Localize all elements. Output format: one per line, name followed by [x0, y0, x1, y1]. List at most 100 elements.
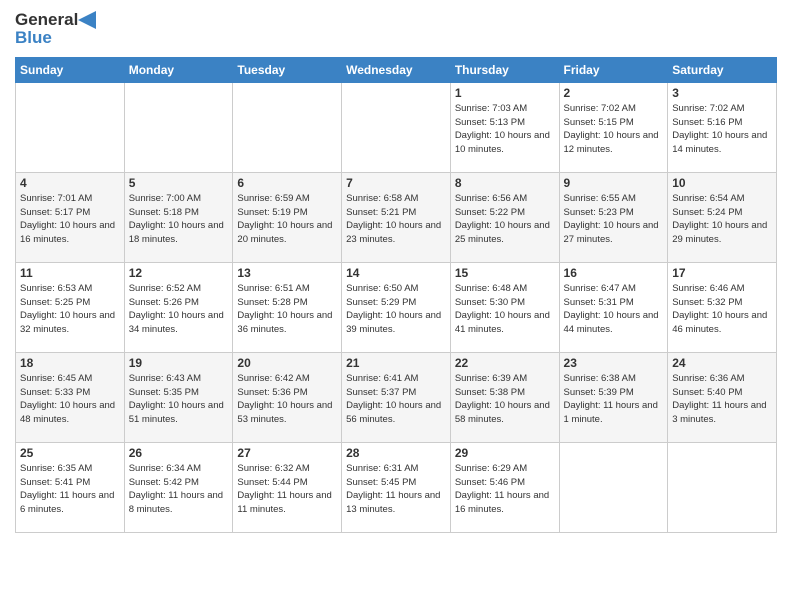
day-info: Sunrise: 6:36 AM Sunset: 5:40 PM Dayligh…: [672, 372, 772, 427]
day-info: Sunrise: 6:43 AM Sunset: 5:35 PM Dayligh…: [129, 372, 229, 427]
day-number: 21: [346, 356, 446, 370]
calendar-cell: 14 Sunrise: 6:50 AM Sunset: 5:29 PM Dayli…: [342, 262, 451, 352]
weekday-header-tuesday: Tuesday: [233, 57, 342, 82]
day-info: Sunrise: 6:42 AM Sunset: 5:36 PM Dayligh…: [237, 372, 337, 427]
header: General Blue: [15, 10, 777, 49]
day-number: 22: [455, 356, 555, 370]
day-info: Sunrise: 6:31 AM Sunset: 5:45 PM Dayligh…: [346, 462, 446, 517]
logo-blue: Blue: [15, 28, 52, 48]
day-number: 10: [672, 176, 772, 190]
calendar-cell: 16Sunrise: 6:47 AM Sunset: 5:31 PM Dayli…: [559, 262, 668, 352]
day-number: 2: [564, 86, 664, 100]
day-info: Sunrise: 6:38 AM Sunset: 5:39 PM Dayligh…: [564, 372, 664, 427]
day-info: Sunrise: 6:50 AM Sunset: 5:29 PM Dayligh…: [346, 282, 446, 337]
day-info: Sunrise: 6:32 AM Sunset: 5:44 PM Dayligh…: [237, 462, 337, 517]
day-number: 14: [346, 266, 446, 280]
calendar-cell: 1Sunrise: 7:03 AM Sunset: 5:13 PM Daylig…: [450, 82, 559, 172]
calendar-cell: 6 Sunrise: 6:59 AM Sunset: 5:19 PM Daylig…: [233, 172, 342, 262]
calendar-cell: [342, 82, 451, 172]
day-number: 9: [564, 176, 664, 190]
day-info: Sunrise: 6:34 AM Sunset: 5:42 PM Dayligh…: [129, 462, 229, 517]
calendar-cell: 9 Sunrise: 6:55 AM Sunset: 5:23 PM Daylig…: [559, 172, 668, 262]
calendar-cell: 18Sunrise: 6:45 AM Sunset: 5:33 PM Dayli…: [16, 352, 125, 442]
day-number: 12: [129, 266, 229, 280]
calendar-cell: [124, 82, 233, 172]
day-info: Sunrise: 6:47 AM Sunset: 5:31 PM Dayligh…: [564, 282, 664, 337]
day-number: 5: [129, 176, 229, 190]
day-info: Sunrise: 6:29 AM Sunset: 5:46 PM Dayligh…: [455, 462, 555, 517]
calendar-cell: [559, 442, 668, 532]
logo: General Blue: [15, 10, 100, 49]
day-number: 25: [20, 446, 120, 460]
calendar-cell: 17Sunrise: 6:46 AM Sunset: 5:32 PM Dayli…: [668, 262, 777, 352]
weekday-header-sunday: Sunday: [16, 57, 125, 82]
day-number: 29: [455, 446, 555, 460]
day-info: Sunrise: 6:35 AM Sunset: 5:41 PM Dayligh…: [20, 462, 120, 517]
calendar-cell: 28 Sunrise: 6:31 AM Sunset: 5:45 PM Dayli…: [342, 442, 451, 532]
calendar-cell: 22 Sunrise: 6:39 AM Sunset: 5:38 PM Dayli…: [450, 352, 559, 442]
day-number: 26: [129, 446, 229, 460]
day-number: 7: [346, 176, 446, 190]
calendar-cell: 2 Sunrise: 7:02 AM Sunset: 5:15 PM Daylig…: [559, 82, 668, 172]
day-number: 6: [237, 176, 337, 190]
calendar-cell: 5 Sunrise: 7:00 AM Sunset: 5:18 PM Daylig…: [124, 172, 233, 262]
day-info: Sunrise: 7:03 AM Sunset: 5:13 PM Dayligh…: [455, 102, 555, 157]
day-info: Sunrise: 6:46 AM Sunset: 5:32 PM Dayligh…: [672, 282, 772, 337]
calendar-cell: 11 Sunrise: 6:53 AM Sunset: 5:25 PM Dayli…: [16, 262, 125, 352]
weekday-header-friday: Friday: [559, 57, 668, 82]
calendar-cell: [233, 82, 342, 172]
day-info: Sunrise: 6:58 AM Sunset: 5:21 PM Dayligh…: [346, 192, 446, 247]
calendar-cell: 24 Sunrise: 6:36 AM Sunset: 5:40 PM Dayli…: [668, 352, 777, 442]
logo-bird-icon: [78, 11, 100, 29]
calendar-cell: 25 Sunrise: 6:35 AM Sunset: 5:41 PM Dayli…: [16, 442, 125, 532]
day-number: 13: [237, 266, 337, 280]
calendar-cell: [668, 442, 777, 532]
logo-container: General Blue: [15, 10, 100, 49]
calendar-cell: 15 Sunrise: 6:48 AM Sunset: 5:30 PM Dayli…: [450, 262, 559, 352]
day-info: Sunrise: 6:53 AM Sunset: 5:25 PM Dayligh…: [20, 282, 120, 337]
day-number: 28: [346, 446, 446, 460]
day-info: Sunrise: 6:41 AM Sunset: 5:37 PM Dayligh…: [346, 372, 446, 427]
day-info: Sunrise: 7:02 AM Sunset: 5:16 PM Dayligh…: [672, 102, 772, 157]
week-row-0: 1Sunrise: 7:03 AM Sunset: 5:13 PM Daylig…: [16, 82, 777, 172]
calendar-table: SundayMondayTuesdayWednesdayThursdayFrid…: [15, 57, 777, 533]
day-info: Sunrise: 6:56 AM Sunset: 5:22 PM Dayligh…: [455, 192, 555, 247]
day-info: Sunrise: 6:59 AM Sunset: 5:19 PM Dayligh…: [237, 192, 337, 247]
calendar-cell: 7 Sunrise: 6:58 AM Sunset: 5:21 PM Daylig…: [342, 172, 451, 262]
day-number: 3: [672, 86, 772, 100]
day-info: Sunrise: 7:00 AM Sunset: 5:18 PM Dayligh…: [129, 192, 229, 247]
day-info: Sunrise: 6:55 AM Sunset: 5:23 PM Dayligh…: [564, 192, 664, 247]
calendar-cell: 10 Sunrise: 6:54 AM Sunset: 5:24 PM Dayli…: [668, 172, 777, 262]
day-number: 15: [455, 266, 555, 280]
day-number: 11: [20, 266, 120, 280]
day-info: Sunrise: 6:39 AM Sunset: 5:38 PM Dayligh…: [455, 372, 555, 427]
day-info: Sunrise: 6:48 AM Sunset: 5:30 PM Dayligh…: [455, 282, 555, 337]
week-row-4: 25 Sunrise: 6:35 AM Sunset: 5:41 PM Dayli…: [16, 442, 777, 532]
day-number: 19: [129, 356, 229, 370]
weekday-header-wednesday: Wednesday: [342, 57, 451, 82]
day-number: 23: [564, 356, 664, 370]
logo-general: General: [15, 10, 78, 30]
weekday-header-row: SundayMondayTuesdayWednesdayThursdayFrid…: [16, 57, 777, 82]
day-number: 4: [20, 176, 120, 190]
day-number: 20: [237, 356, 337, 370]
calendar-cell: 27Sunrise: 6:32 AM Sunset: 5:44 PM Dayli…: [233, 442, 342, 532]
day-info: Sunrise: 6:54 AM Sunset: 5:24 PM Dayligh…: [672, 192, 772, 247]
week-row-3: 18Sunrise: 6:45 AM Sunset: 5:33 PM Dayli…: [16, 352, 777, 442]
week-row-1: 4 Sunrise: 7:01 AM Sunset: 5:17 PM Daylig…: [16, 172, 777, 262]
weekday-header-saturday: Saturday: [668, 57, 777, 82]
week-row-2: 11 Sunrise: 6:53 AM Sunset: 5:25 PM Dayli…: [16, 262, 777, 352]
day-number: 18: [20, 356, 120, 370]
day-info: Sunrise: 7:02 AM Sunset: 5:15 PM Dayligh…: [564, 102, 664, 157]
calendar-cell: 12Sunrise: 6:52 AM Sunset: 5:26 PM Dayli…: [124, 262, 233, 352]
weekday-header-thursday: Thursday: [450, 57, 559, 82]
calendar-cell: 4 Sunrise: 7:01 AM Sunset: 5:17 PM Daylig…: [16, 172, 125, 262]
calendar-cell: 13Sunrise: 6:51 AM Sunset: 5:28 PM Dayli…: [233, 262, 342, 352]
day-info: Sunrise: 7:01 AM Sunset: 5:17 PM Dayligh…: [20, 192, 120, 247]
calendar-cell: 8Sunrise: 6:56 AM Sunset: 5:22 PM Daylig…: [450, 172, 559, 262]
day-number: 24: [672, 356, 772, 370]
calendar-cell: 3 Sunrise: 7:02 AM Sunset: 5:16 PM Daylig…: [668, 82, 777, 172]
calendar-cell: 26 Sunrise: 6:34 AM Sunset: 5:42 PM Dayli…: [124, 442, 233, 532]
calendar-cell: 20 Sunrise: 6:42 AM Sunset: 5:36 PM Dayli…: [233, 352, 342, 442]
calendar-cell: 29 Sunrise: 6:29 AM Sunset: 5:46 PM Dayli…: [450, 442, 559, 532]
